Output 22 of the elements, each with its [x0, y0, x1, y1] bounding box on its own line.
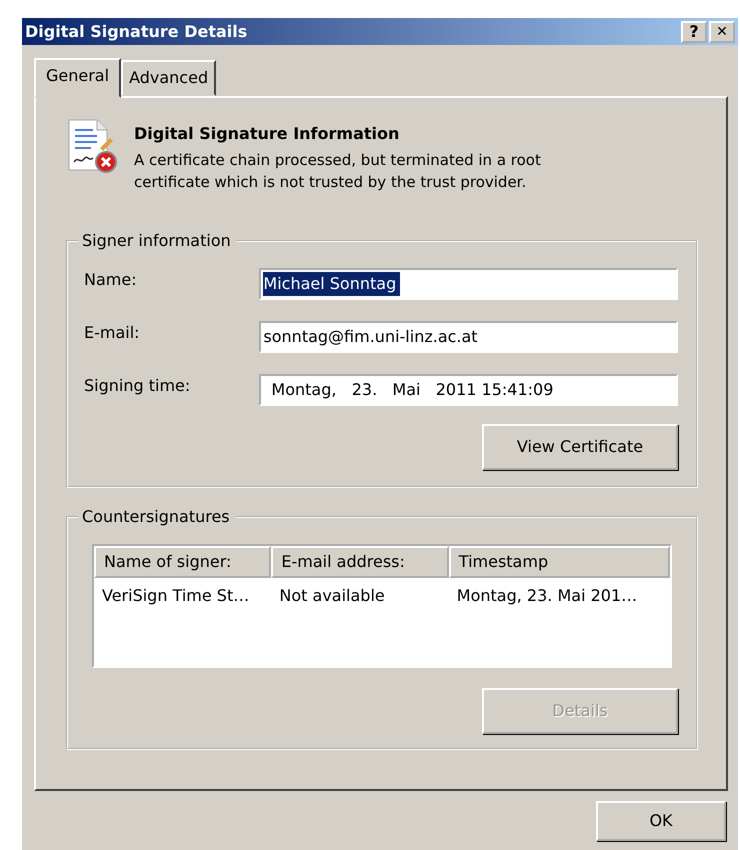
info-heading: Digital Signature Information — [134, 123, 400, 145]
signed-document-error-icon — [66, 118, 118, 174]
column-header[interactable]: E-mail address: — [271, 546, 449, 578]
field-label: E-mail: — [84, 322, 141, 344]
help-button[interactable]: ? — [681, 20, 707, 42]
table-cell-text: VeriSign Time St… — [101, 584, 250, 606]
info-message: A certificate chain processed, but terminated in a root certificate which is not trusted by the trust provider. — [134, 150, 542, 193]
field-label: Name: — [84, 268, 138, 290]
table-cell-text: Montag, 23. Mai 201… — [456, 584, 638, 606]
tab[interactable]: General — [34, 58, 122, 98]
column-header[interactable]: Name of signer: — [94, 546, 272, 578]
table-cell-text: Not available — [278, 584, 386, 606]
column-header[interactable]: Timestamp — [448, 546, 670, 578]
text-field[interactable]: Montag, 23. Mai 2011 15:41:09 — [259, 374, 678, 406]
view-certificate-button[interactable]: View Certificate — [482, 424, 678, 470]
field-label: Signing time: — [84, 374, 192, 396]
tab[interactable]: Advanced — [121, 60, 216, 96]
text-field[interactable]: Michael Sonntag — [259, 268, 678, 300]
close-button[interactable]: ✕ — [709, 20, 735, 42]
ok-button[interactable]: OK — [596, 801, 726, 841]
text-field[interactable]: sonntag@fim.uni-linz.ac.at — [259, 320, 678, 352]
window-title: Digital Signature Details — [25, 20, 248, 42]
